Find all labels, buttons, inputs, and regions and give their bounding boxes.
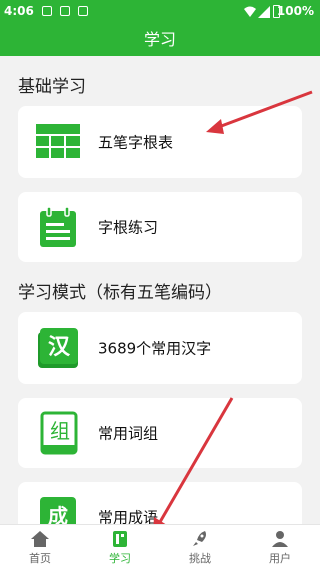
common-words-card[interactable]: 组 常用词组 bbox=[18, 398, 302, 468]
section-title-mode: 学习模式（标有五笔编码） bbox=[18, 283, 222, 303]
tab-home-label: 首页 bbox=[29, 552, 51, 565]
tab-study-label: 学习 bbox=[109, 552, 131, 565]
tab-home[interactable]: 首页 bbox=[0, 525, 80, 568]
status-bar: 4:06 100% bbox=[0, 0, 320, 24]
tab-challenge-label: 挑战 bbox=[189, 552, 211, 565]
root-table-label: 五笔字根表 bbox=[98, 133, 174, 152]
user-icon bbox=[270, 530, 290, 548]
book-icon bbox=[110, 530, 130, 548]
tab-challenge[interactable]: 挑战 bbox=[160, 525, 240, 568]
root-table-card[interactable]: 五笔字根表 bbox=[18, 106, 302, 178]
zu-book-icon: 组 bbox=[36, 411, 80, 455]
page-title: 学习 bbox=[143, 30, 176, 49]
root-practice-card[interactable]: 字根练习 bbox=[18, 192, 302, 262]
app-notification-icon bbox=[78, 6, 88, 16]
zu-glyph: 组 bbox=[50, 419, 70, 443]
tab-user-label: 用户 bbox=[269, 552, 291, 565]
text-notification-icon bbox=[60, 6, 70, 16]
status-time: 4:06 bbox=[4, 4, 34, 18]
battery-percentage: 100% bbox=[276, 4, 314, 18]
root-practice-label: 字根练习 bbox=[98, 218, 159, 237]
han-glyph: 汉 bbox=[48, 335, 71, 360]
common-chars-card[interactable]: 汉 3689个常用汉字 bbox=[18, 312, 302, 384]
signal-icon bbox=[258, 6, 270, 18]
table-grid-icon bbox=[36, 120, 80, 164]
tab-study[interactable]: 学习 bbox=[80, 525, 160, 568]
section-title-basic: 基础学习 bbox=[18, 77, 86, 97]
common-words-label: 常用词组 bbox=[98, 424, 159, 443]
home-icon bbox=[30, 530, 50, 548]
tab-user[interactable]: 用户 bbox=[240, 525, 320, 568]
wifi-icon bbox=[244, 6, 256, 18]
calendar-note-icon bbox=[36, 205, 80, 249]
gallery-notification-icon bbox=[42, 6, 52, 16]
rocket-icon bbox=[190, 530, 210, 548]
han-character-icon: 汉 bbox=[36, 326, 80, 370]
app-bar: 学习 bbox=[0, 24, 320, 56]
common-chars-label: 3689个常用汉字 bbox=[98, 339, 212, 358]
bottom-tab-bar: 首页 学习 挑战 用户 bbox=[0, 524, 320, 568]
